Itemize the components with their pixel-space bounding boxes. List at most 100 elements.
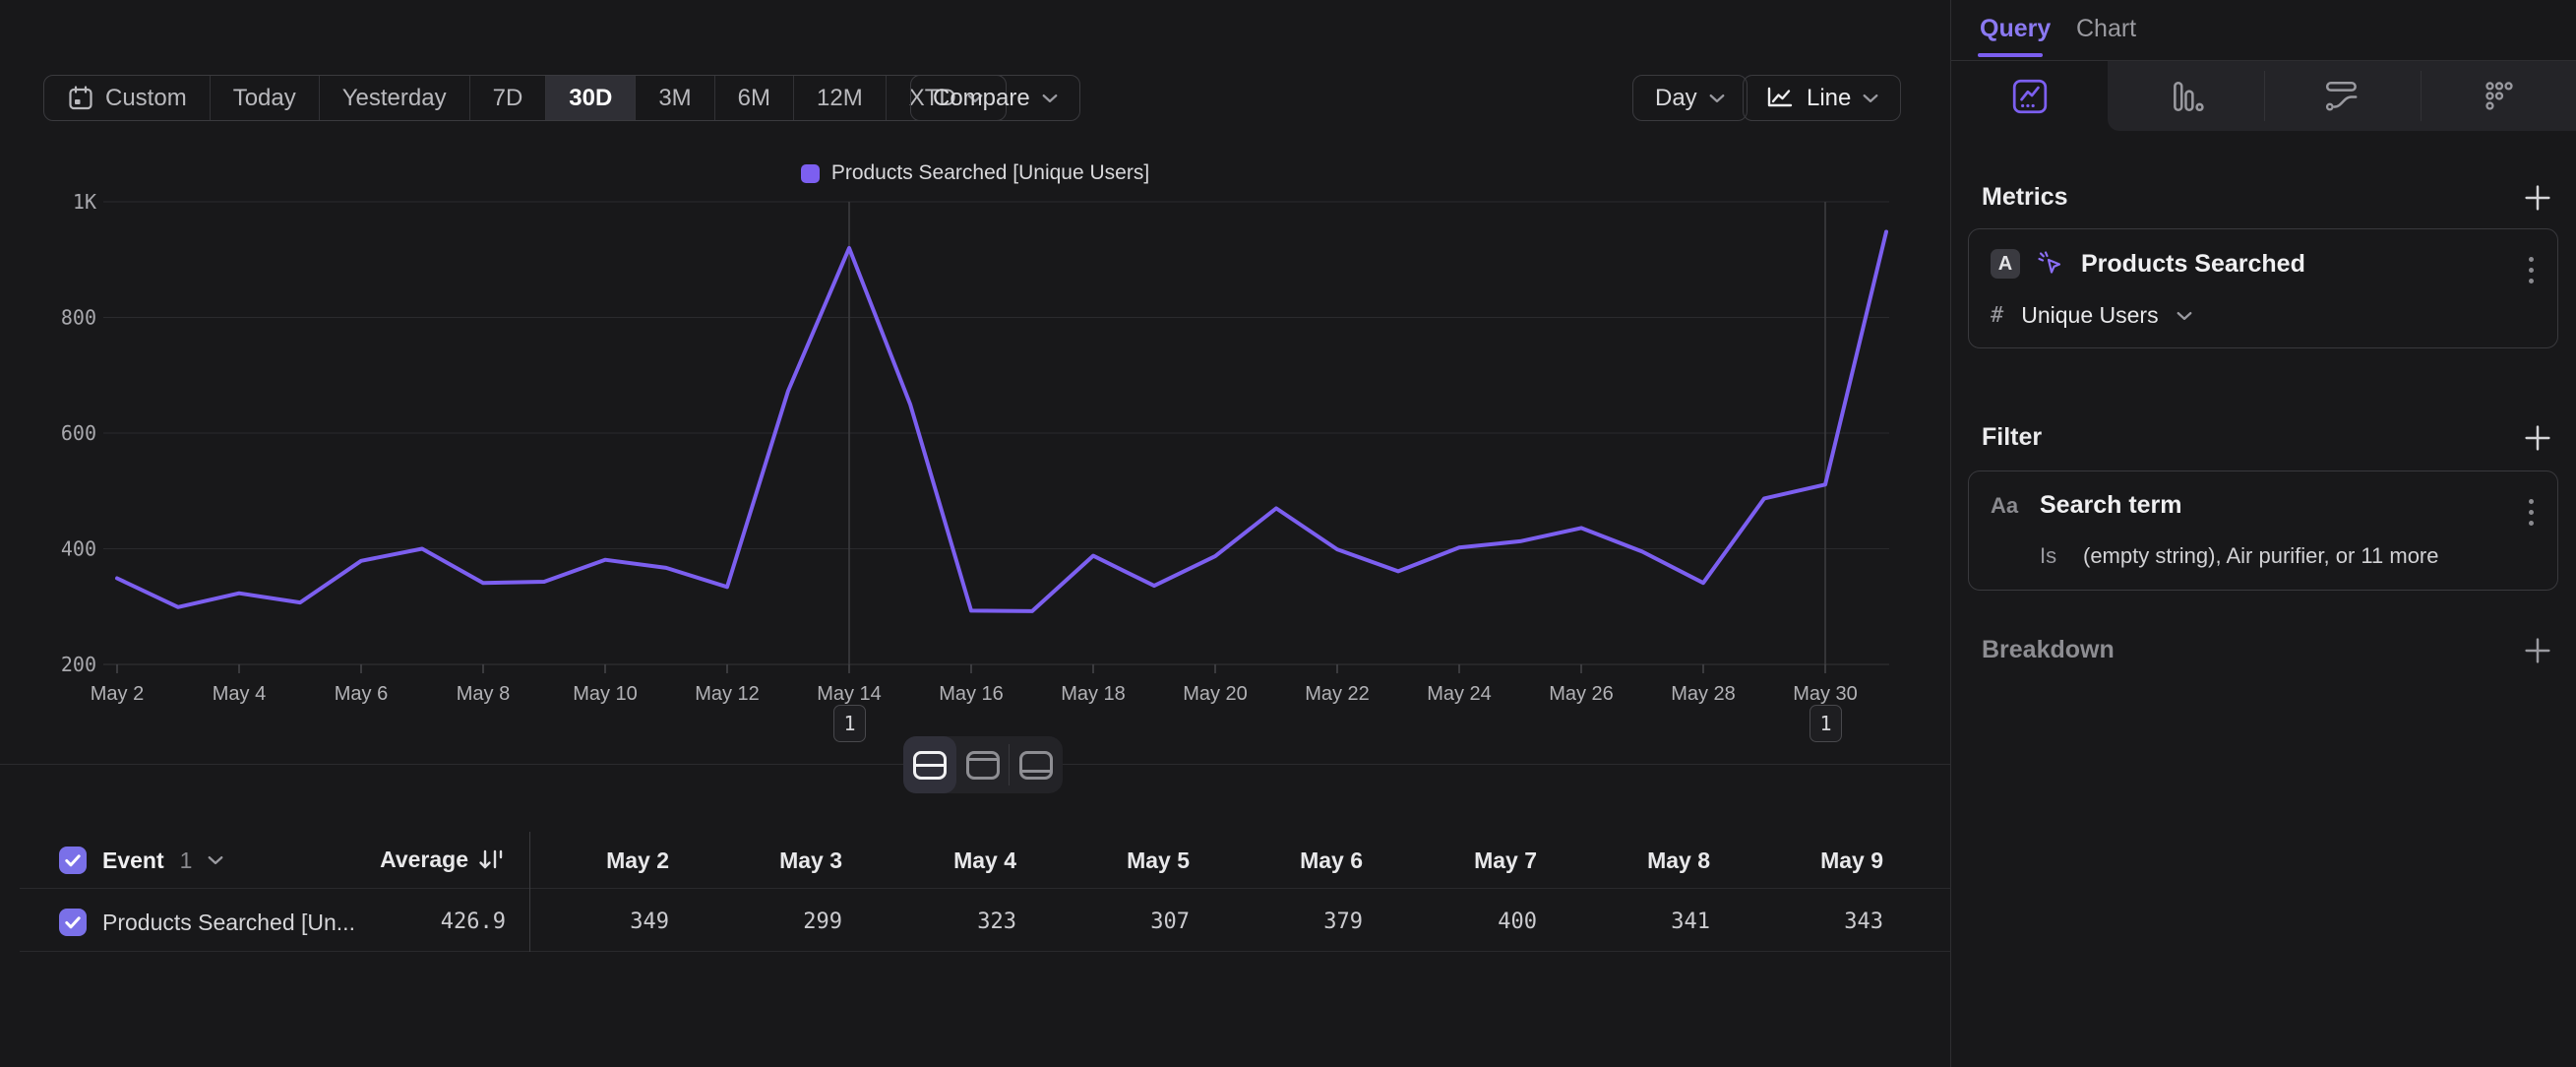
dots-grid-tab[interactable] xyxy=(2421,61,2576,131)
x-axis-label: May 26 xyxy=(1549,683,1614,705)
y-axis-label: 800 xyxy=(61,306,96,330)
range-12m-button[interactable]: 12M xyxy=(793,76,886,120)
add-filter-button[interactable] xyxy=(2521,421,2554,455)
y-axis-label: 400 xyxy=(61,537,96,561)
select-all-checkbox[interactable] xyxy=(59,847,87,874)
breakdown-heading: Breakdown xyxy=(1982,636,2115,664)
bar-chart-tab[interactable] xyxy=(2108,61,2264,131)
granularity-dropdown[interactable]: Day xyxy=(1632,75,1748,121)
active-tab-underline xyxy=(1978,53,2043,57)
chart-only-view-button[interactable] xyxy=(956,736,1010,793)
y-axis-label: 200 xyxy=(61,653,96,676)
calendar-icon xyxy=(67,85,94,112)
insights-line-chart-tab[interactable] xyxy=(1951,61,2108,131)
filter-card[interactable]: Aa Search term Is (empty string), Air pu… xyxy=(1968,471,2558,591)
x-axis-label: May 28 xyxy=(1671,683,1736,705)
split-view-button[interactable] xyxy=(903,736,956,793)
chart-only-view-icon xyxy=(966,751,1000,780)
flow-chart-tab[interactable] xyxy=(2264,61,2421,131)
chart-type-dropdown[interactable]: Line xyxy=(1743,75,1901,121)
add-breakdown-button[interactable] xyxy=(2521,634,2554,667)
table-header-divider xyxy=(20,888,1950,889)
average-label: Average xyxy=(380,847,468,873)
range-label: Custom xyxy=(105,85,187,112)
compare-button[interactable]: Compare xyxy=(910,75,1080,121)
x-axis-label: May 20 xyxy=(1183,683,1248,705)
date-range-group: CustomTodayYesterday7D30D3M6M12MXTD xyxy=(43,75,1007,121)
chevron-down-icon xyxy=(1863,94,1878,103)
line-chart[interactable]: 1K800600400200May 2May 4May 6May 8May 10… xyxy=(0,157,1950,764)
average-value: 426.9 xyxy=(309,910,506,934)
annotation-marker[interactable]: 1 xyxy=(833,705,866,742)
x-axis-label: May 18 xyxy=(1061,683,1126,705)
x-axis-label: May 8 xyxy=(457,683,510,705)
table-cell: 400 xyxy=(1380,910,1537,934)
metric-card[interactable]: A Products Searched # Unique Users xyxy=(1968,228,2558,348)
tab-chart[interactable]: Chart xyxy=(2076,15,2136,43)
chevron-down-icon xyxy=(1709,94,1725,103)
x-axis-label: May 22 xyxy=(1305,683,1370,705)
range-label: 30D xyxy=(569,85,612,112)
date-column-header: May 3 xyxy=(685,847,842,874)
filter-value[interactable]: (empty string), Air purifier, or 11 more xyxy=(2083,543,2439,569)
range-custom-button[interactable]: Custom xyxy=(44,76,210,120)
x-axis-label: May 2 xyxy=(91,683,144,705)
x-axis-label: May 14 xyxy=(817,683,882,705)
filter-heading: Filter xyxy=(1982,423,2042,452)
line-chart-square-icon xyxy=(2010,77,2050,116)
table-cell: 341 xyxy=(1553,910,1710,934)
range-30d-button[interactable]: 30D xyxy=(545,76,635,120)
event-column-header: Event xyxy=(102,847,164,874)
table-cell: 343 xyxy=(1726,910,1883,934)
row-checkbox[interactable] xyxy=(59,909,87,936)
filter-menu-button[interactable] xyxy=(2525,495,2538,530)
chevron-down-icon xyxy=(1042,94,1058,103)
range-label: Yesterday xyxy=(342,85,447,112)
series-line[interactable] xyxy=(117,232,1886,611)
table-only-view-icon xyxy=(1019,751,1053,780)
chart-type-tabs xyxy=(1951,61,2576,131)
date-column-header: May 8 xyxy=(1553,847,1710,874)
range-7d-button[interactable]: 7D xyxy=(469,76,546,120)
average-column-header[interactable]: Average xyxy=(295,847,506,873)
view-toggle-group xyxy=(903,736,1063,793)
metric-name[interactable]: Products Searched xyxy=(2081,250,2305,279)
table-cell: 307 xyxy=(1032,910,1190,934)
range-6m-button[interactable]: 6M xyxy=(714,76,793,120)
check-icon xyxy=(65,916,81,929)
aggregation-selector[interactable]: Unique Users xyxy=(2021,302,2158,329)
table-cell: 323 xyxy=(859,910,1016,934)
range-label: Today xyxy=(233,85,296,112)
chart-type-label: Line xyxy=(1807,85,1851,112)
split-view-icon xyxy=(913,751,947,780)
x-axis-label: May 30 xyxy=(1793,683,1858,705)
dots-grid-icon xyxy=(2482,79,2517,114)
table-only-view-button[interactable] xyxy=(1010,736,1063,793)
range-today-button[interactable]: Today xyxy=(210,76,319,120)
date-column-header: May 2 xyxy=(512,847,669,874)
filter-property-name[interactable]: Search term xyxy=(2040,491,2182,520)
range-3m-button[interactable]: 3M xyxy=(635,76,713,120)
tab-query[interactable]: Query xyxy=(1980,15,2051,43)
y-axis-label: 1K xyxy=(73,190,96,214)
compare-label: Compare xyxy=(933,85,1030,112)
x-axis-label: May 12 xyxy=(695,683,760,705)
metric-menu-button[interactable] xyxy=(2525,253,2538,287)
sort-descending-icon xyxy=(478,847,506,873)
date-column-header: May 7 xyxy=(1380,847,1537,874)
date-column-header: May 9 xyxy=(1726,847,1883,874)
add-metric-button[interactable] xyxy=(2521,181,2554,215)
chevron-down-icon[interactable] xyxy=(208,855,223,865)
chart-area[interactable]: 1K800600400200May 2May 4May 6May 8May 10… xyxy=(0,157,1950,764)
annotation-marker[interactable]: 1 xyxy=(1809,705,1842,742)
date-column-header: May 5 xyxy=(1032,847,1190,874)
range-yesterday-button[interactable]: Yesterday xyxy=(319,76,469,120)
range-label: 7D xyxy=(493,85,523,112)
flow-icon xyxy=(2324,79,2361,114)
table-row-divider xyxy=(20,951,1950,952)
table-cell: 299 xyxy=(685,910,842,934)
range-label: 6M xyxy=(738,85,770,112)
event-cursor-icon xyxy=(2036,249,2065,279)
table-cell: 379 xyxy=(1205,910,1363,934)
filter-operator[interactable]: Is xyxy=(2040,543,2065,569)
